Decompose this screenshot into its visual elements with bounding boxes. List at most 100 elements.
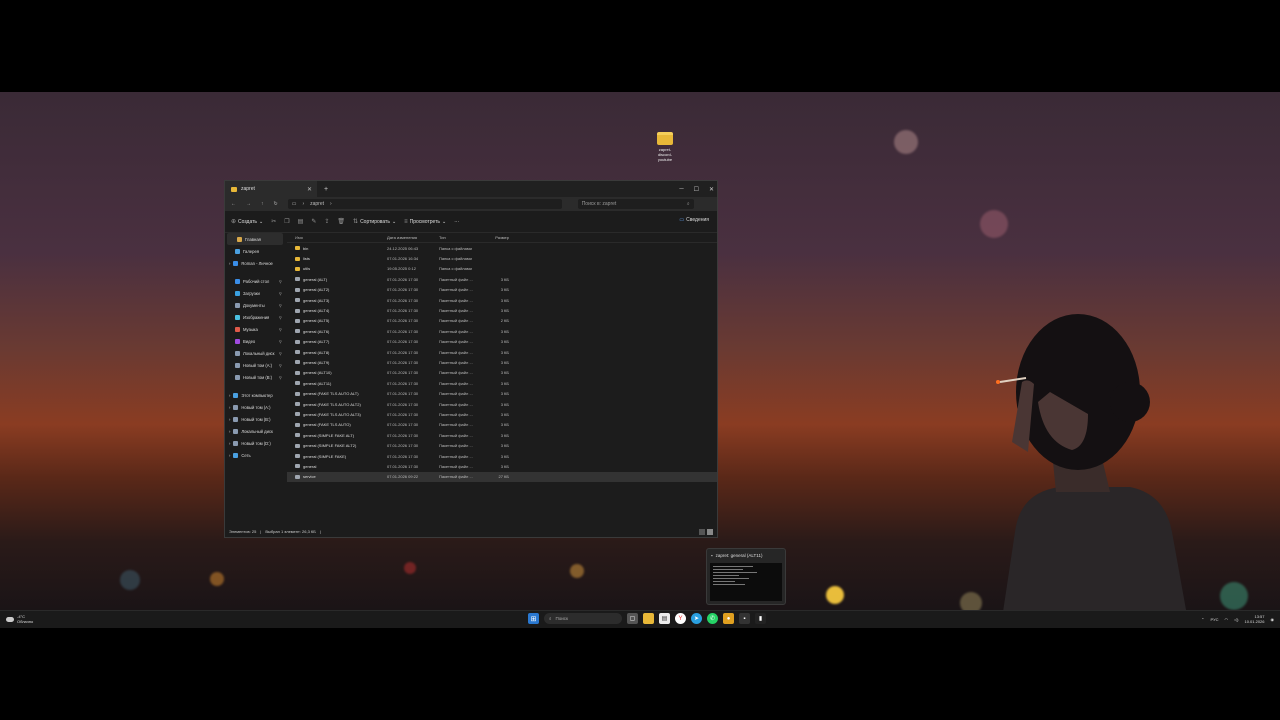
search-input[interactable]: Поиск в: zapret ⌕ — [577, 199, 694, 209]
rename-icon[interactable]: ✎ — [311, 218, 316, 225]
share-icon[interactable]: ⇪ — [324, 218, 329, 225]
nav-item[interactable]: Видео ⚲ — [225, 335, 285, 347]
nav-item[interactable]: Новый том (B:) ⚲ — [225, 371, 285, 383]
chevron-right-icon[interactable]: › — [229, 261, 230, 266]
file-row[interactable]: lists 07.01.2026 16:34 Папка с файлами — [287, 253, 717, 263]
chevron-right-icon[interactable]: › — [229, 405, 230, 410]
forward-arrow-icon[interactable]: → — [246, 201, 251, 207]
address-bar[interactable]: ▭ › zapret › — [287, 199, 562, 209]
file-row[interactable]: general 07.01.2026 17:30 Пакетный файл ...… — [287, 461, 717, 471]
chevron-right-icon[interactable]: › — [229, 393, 230, 398]
delete-icon[interactable]: 🗑 — [337, 218, 345, 225]
store-icon[interactable]: ▤ — [659, 613, 670, 624]
nav-item[interactable]: › Новый том (B:) — [225, 413, 285, 425]
volume-icon[interactable]: ◁) — [1234, 617, 1238, 622]
file-row[interactable]: general (ALT11) 07.01.2026 17:30 Пакетный … — [287, 378, 717, 388]
telegram-icon[interactable]: ➤ — [691, 613, 702, 624]
file-row[interactable]: general (ALT3) 07.01.2026 17:30 Пакетный ф… — [287, 295, 717, 305]
file-row[interactable]: bin 24.12.2025 06:43 Папка с файлами — [287, 243, 717, 253]
details-pane-button[interactable]: ▭ Сведения — [679, 217, 709, 223]
desktop-folder-icon[interactable]: zapret-discord-youtube — [652, 132, 678, 162]
nav-item[interactable]: Новый том (A:) ⚲ — [225, 359, 285, 371]
nav-item[interactable]: › Локальный диск — [225, 425, 285, 437]
file-row[interactable]: general (SIMPLE FAKE) 07.01.2026 17:30 Пак… — [287, 451, 717, 461]
file-row[interactable]: general (FAKE TLS AUTO ALT2) 07.01.2026 1… — [287, 399, 717, 409]
file-row[interactable]: general (FAKE TLS AUTO ALT3) 07.01.2026 1… — [287, 409, 717, 419]
file-row[interactable]: general (ALT8) 07.01.2026 17:30 Пакетный ф… — [287, 347, 717, 357]
terminal-icon[interactable]: ▪ — [739, 613, 750, 624]
sort-button[interactable]: ⇅ Сортировать ⌄ — [353, 218, 396, 226]
file-row[interactable]: general (FAKE TLS AUTO) 07.01.2026 17:30 П… — [287, 420, 717, 430]
breadcrumb[interactable]: zapret — [310, 201, 324, 207]
chevron-right-icon[interactable]: › — [229, 441, 230, 446]
file-row[interactable]: general (SIMPLE FAKE ALT2) 07.01.2026 17:… — [287, 440, 717, 450]
file-explorer-icon[interactable] — [643, 613, 654, 624]
language-indicator[interactable]: РУС — [1211, 617, 1219, 622]
nav-item[interactable]: › Новый том (A:) — [225, 401, 285, 413]
file-row[interactable]: general (ALT10) 07.01.2026 17:30 Пакетный … — [287, 368, 717, 378]
start-icon[interactable]: ⊞ — [528, 613, 539, 624]
file-row[interactable]: service 07.01.2026 09:22 Пакетный файл ...… — [287, 471, 717, 482]
cut-icon[interactable]: ✂ — [271, 218, 276, 225]
nav-item[interactable]: › Новый том (D:) — [225, 437, 285, 449]
whatsapp-icon[interactable]: ✆ — [707, 613, 718, 624]
refresh-icon[interactable]: ↻ — [274, 201, 278, 207]
nav-item[interactable]: Галерея — [225, 245, 285, 257]
minimize-button[interactable]: ─ — [679, 186, 683, 192]
copy-icon[interactable]: ❐ — [284, 218, 289, 225]
close-button[interactable]: ✕ — [709, 186, 714, 193]
app-icon[interactable]: ● — [723, 613, 734, 624]
title-bar[interactable]: zapret ✕ + ─ ☐ ✕ — [225, 181, 717, 197]
chevron-right-icon[interactable]: › — [229, 453, 230, 458]
taskbar-search[interactable]: ⌕ Поиск — [544, 613, 622, 624]
nav-item[interactable]: › Этот компьютер — [225, 389, 285, 401]
clock[interactable]: 13:57 10.01.2026 — [1244, 614, 1264, 624]
file-row[interactable]: general (ALT) 07.01.2026 17:30 Пакетный фа… — [287, 274, 717, 284]
nav-item[interactable]: › Сеть — [225, 449, 285, 461]
nav-item[interactable]: › Roman - Личное — [225, 257, 285, 269]
task-view-icon[interactable]: ▢ — [627, 613, 638, 624]
nav-item[interactable]: Изображения ⚲ — [225, 311, 285, 323]
taskbar-thumbnail-preview[interactable]: ▪ zapret: general (ALT11) — [706, 548, 786, 605]
nav-item[interactable]: Рабочий стол ⚲ — [225, 275, 285, 287]
file-row[interactable]: general (FAKE TLS AUTO ALT) 07.01.2026 17… — [287, 388, 717, 398]
file-row[interactable]: general (ALT7) 07.01.2026 17:30 Пакетный ф… — [287, 337, 717, 347]
file-row[interactable]: general (ALT2) 07.01.2026 17:30 Пакетный ф… — [287, 285, 717, 295]
file-row[interactable]: general (ALT5) 07.01.2026 17:30 Пакетный ф… — [287, 316, 717, 326]
chevron-right-icon[interactable]: › — [229, 429, 230, 434]
nav-item[interactable]: Музыка ⚲ — [225, 323, 285, 335]
chevron-up-icon[interactable]: ⌃ — [1201, 617, 1204, 622]
new-tab-button[interactable]: + — [324, 186, 328, 193]
back-arrow-icon[interactable]: ← — [231, 201, 236, 207]
notification-icon[interactable]: ◉ — [1271, 617, 1275, 622]
nav-item[interactable]: Главная — [227, 233, 283, 245]
file-explorer-window[interactable]: zapret ✕ + ─ ☐ ✕ ← → ↑ ↻ ▭ › zapret › По… — [224, 180, 718, 538]
more-options-button[interactable]: ··· — [454, 219, 459, 225]
explorer-tab[interactable]: zapret ✕ — [225, 181, 317, 197]
view-button[interactable]: ≡ Просмотреть ⌄ — [404, 219, 446, 225]
file-row[interactable]: utils 19.05.2025 0:12 Папка с файлами — [287, 264, 717, 274]
create-button[interactable]: ⊕ Создать ⌄ — [231, 218, 263, 226]
column-header-type[interactable]: Тип — [439, 235, 485, 240]
up-arrow-icon[interactable]: ↑ — [261, 201, 264, 207]
close-tab-icon[interactable]: ✕ — [307, 186, 312, 193]
weather-widget[interactable]: -4°C Облачно — [6, 614, 33, 624]
tiles-view-button[interactable] — [707, 529, 713, 535]
file-row[interactable]: general (ALT9) 07.01.2026 17:30 Пакетный ф… — [287, 357, 717, 367]
yandex-browser-icon[interactable]: Y — [675, 613, 686, 624]
wifi-icon[interactable]: ◠ — [1225, 617, 1229, 622]
nav-item[interactable]: Документы ⚲ — [225, 299, 285, 311]
nav-item[interactable]: Локальный диск ⚲ — [225, 347, 285, 359]
file-row[interactable]: general (ALT6) 07.01.2026 17:30 Пакетный ф… — [287, 326, 717, 336]
app-icon[interactable]: ▮ — [755, 613, 766, 624]
column-header-date[interactable]: Дата изменения — [385, 235, 439, 240]
details-view-button[interactable] — [699, 529, 705, 535]
nav-item[interactable]: Загрузки ⚲ — [225, 287, 285, 299]
column-header-name[interactable]: Имя — [287, 235, 385, 240]
file-row[interactable]: general (ALT4) 07.01.2026 17:30 Пакетный ф… — [287, 305, 717, 315]
column-header-size[interactable]: Размер — [485, 235, 509, 240]
chevron-right-icon[interactable]: › — [229, 417, 230, 422]
paste-icon[interactable]: ▤ — [298, 218, 304, 225]
maximize-button[interactable]: ☐ — [694, 186, 699, 193]
file-row[interactable]: general (SIMPLE FAKE ALT) 07.01.2026 17:3… — [287, 430, 717, 440]
